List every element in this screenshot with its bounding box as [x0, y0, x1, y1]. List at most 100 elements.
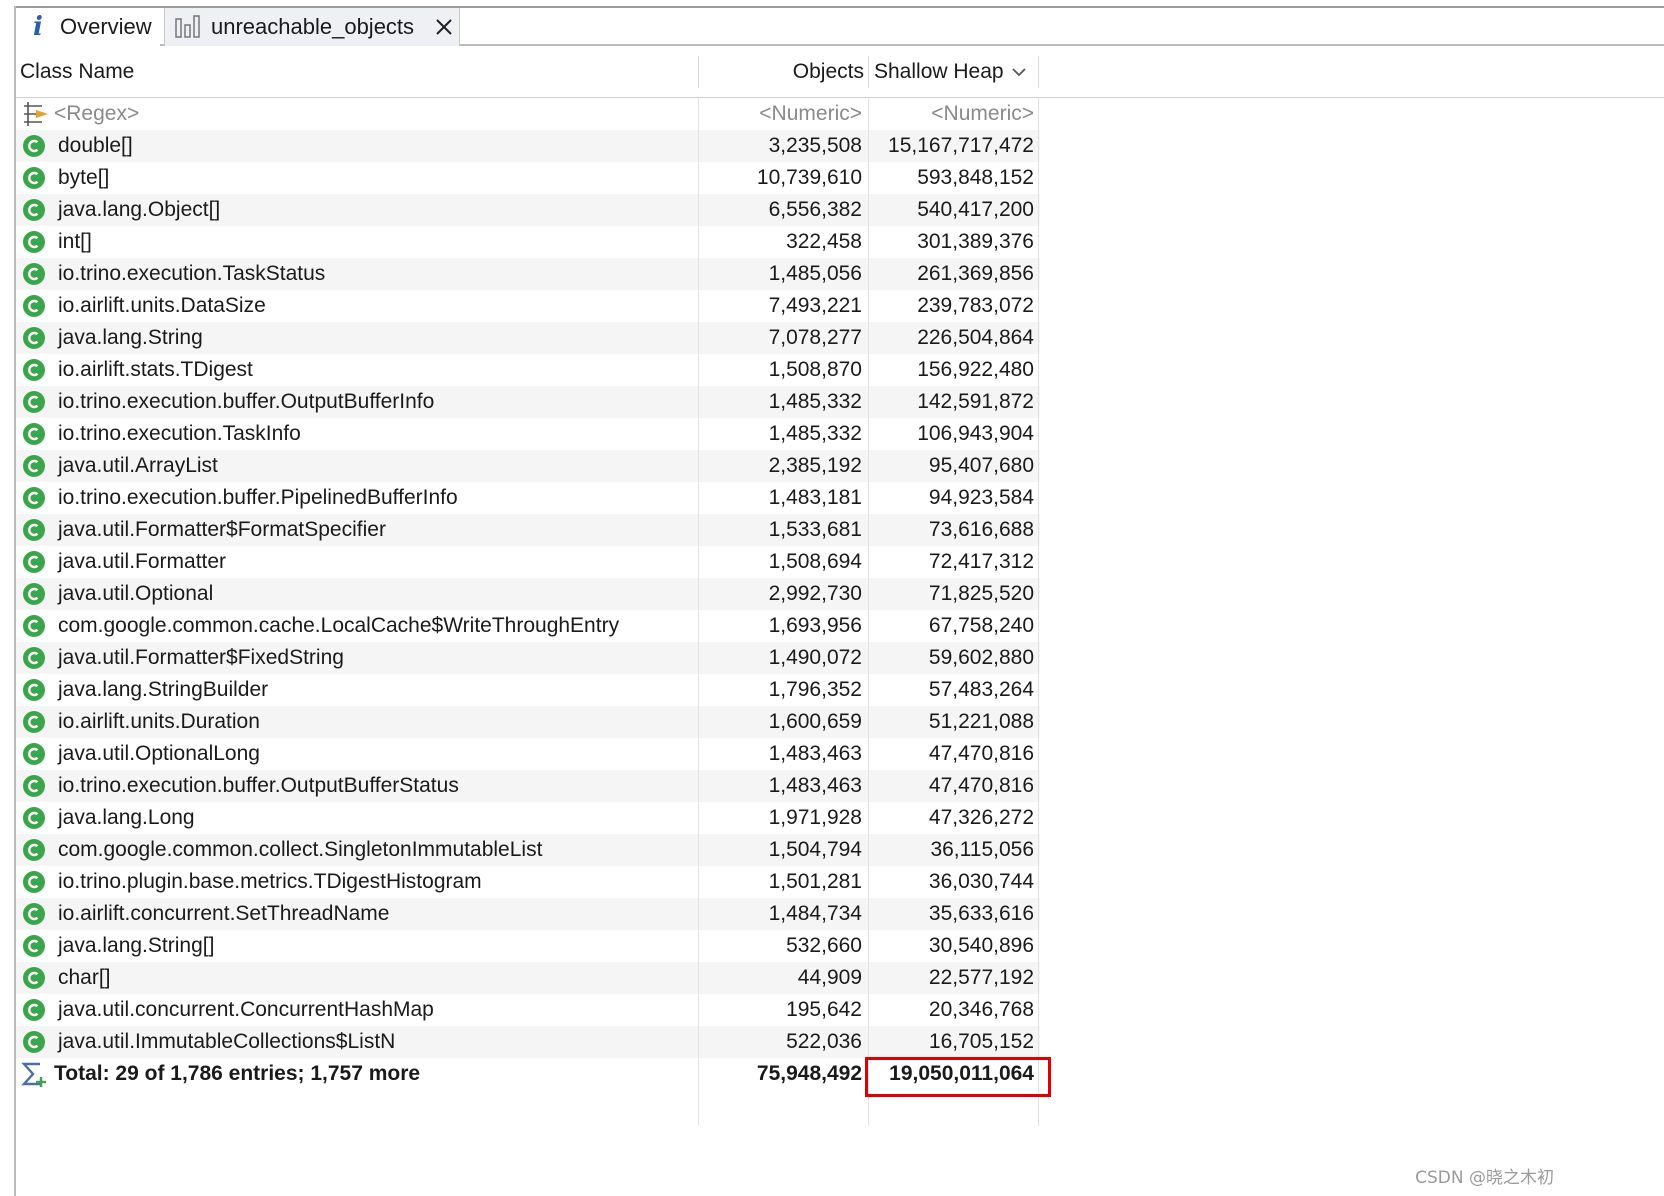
table-row[interactable]: java.util.Formatter$FixedString 1,490,072… — [16, 642, 1664, 674]
class-icon — [23, 711, 45, 733]
shallow-heap-cell: 22,577,192 — [928, 966, 1034, 989]
table-header: Class Name Objects Shallow Heap — [16, 46, 1664, 98]
grid-line — [868, 514, 869, 546]
shallow-heap-cell: 51,221,088 — [928, 710, 1034, 733]
table-row[interactable]: io.airlift.units.DataSize 7,493,221 239,78… — [16, 290, 1664, 322]
grid-line — [868, 610, 869, 642]
grid-line — [868, 962, 869, 994]
table-row[interactable]: com.google.common.cache.LocalCache$Write… — [16, 610, 1664, 642]
class-icon — [23, 999, 45, 1021]
table-row[interactable]: java.util.OptionalLong 1,483,463 47,470,81… — [16, 738, 1664, 770]
table-row[interactable]: java.util.ImmutableCollections$ListN 522,… — [16, 1026, 1664, 1058]
class-name: java.util.concurrent.ConcurrentHashMap — [58, 998, 434, 1021]
shallow-heap-cell: 36,115,056 — [930, 838, 1034, 861]
row-filler — [1040, 130, 1664, 162]
row-filler — [1040, 514, 1664, 546]
grid-line — [698, 610, 699, 642]
grid-line — [868, 546, 869, 578]
table-row[interactable]: int[] 322,458 301,389,376 — [16, 226, 1664, 258]
objects-cell: 1,508,694 — [768, 550, 862, 573]
grid-line — [1038, 194, 1039, 226]
grid-line — [1038, 514, 1039, 546]
grid-line — [1038, 834, 1039, 866]
grid-line — [1038, 930, 1039, 962]
table-row[interactable]: io.trino.execution.TaskStatus 1,485,056 26… — [16, 258, 1664, 290]
table-row[interactable]: io.trino.execution.buffer.PipelinedBuffe… — [16, 482, 1664, 514]
row-filler — [1040, 450, 1664, 482]
grid-line — [1038, 962, 1039, 994]
grid-line — [868, 450, 869, 482]
column-separator[interactable] — [698, 56, 699, 88]
class-icon — [23, 167, 45, 189]
table-row[interactable]: java.lang.String[] 532,660 30,540,896 — [16, 930, 1664, 962]
class-name-cell: java.util.Formatter$FormatSpecifier — [20, 514, 700, 546]
table-row[interactable]: io.airlift.units.Duration 1,600,659 51,221… — [16, 706, 1664, 738]
shallow-heap-cell: 593,848,152 — [917, 166, 1034, 189]
class-name-cell: java.lang.StringBuilder — [20, 674, 700, 706]
table-row[interactable]: java.lang.String 7,078,277 226,504,864 — [16, 322, 1664, 354]
filter-row[interactable]: <Regex> <Numeric> <Numeric> — [16, 98, 1664, 130]
tab-label: unreachable_objects — [211, 14, 415, 39]
shallow-heap-cell: 239,783,072 — [917, 294, 1034, 317]
objects-cell: 1,490,072 — [768, 646, 862, 669]
grid-line — [1038, 738, 1039, 770]
tab-overview[interactable]: i Overview — [16, 8, 160, 46]
objects-cell: 1,485,056 — [768, 262, 862, 285]
table-row[interactable]: java.lang.Object[] 6,556,382 540,417,200 — [16, 194, 1664, 226]
regex-filter-cell[interactable]: <Regex> — [20, 98, 700, 130]
grid-line — [868, 738, 869, 770]
table-row[interactable]: io.trino.plugin.base.metrics.TDigestHist… — [16, 866, 1664, 898]
class-icon — [23, 327, 45, 349]
row-filler — [1040, 418, 1664, 450]
total-row[interactable]: Total: 29 of 1,786 entries; 1,757 more 7… — [16, 1058, 1664, 1090]
class-name: com.google.common.collect.SingletonImmut… — [58, 838, 543, 861]
objects-filter-placeholder[interactable]: <Numeric> — [700, 98, 866, 130]
class-name-cell: io.trino.execution.buffer.PipelinedBuffe… — [20, 482, 700, 514]
grid-line — [698, 322, 699, 354]
row-filler — [1040, 194, 1664, 226]
table-row[interactable]: io.airlift.stats.TDigest 1,508,870 156,922… — [16, 354, 1664, 386]
grid-line — [698, 898, 699, 930]
table-row[interactable]: io.airlift.concurrent.SetThreadName 1,484… — [16, 898, 1664, 930]
class-name: io.trino.execution.buffer.OutputBufferSt… — [58, 774, 459, 797]
table-row[interactable]: java.util.ArrayList 2,385,192 95,407,680 — [16, 450, 1664, 482]
class-name: double[] — [58, 134, 133, 157]
table-row[interactable]: io.trino.execution.TaskInfo 1,485,332 106,… — [16, 418, 1664, 450]
class-rows: double[] 3,235,508 15,167,717,472 byte[] 10,… — [16, 130, 1664, 1058]
objects-cell: 532,660 — [786, 934, 862, 957]
grid-line — [1038, 546, 1039, 578]
table-row[interactable]: double[] 3,235,508 15,167,717,472 — [16, 130, 1664, 162]
class-name: com.google.common.cache.LocalCache$Write… — [58, 614, 620, 637]
table-row[interactable]: java.util.Formatter 1,508,694 72,417,312 — [16, 546, 1664, 578]
class-name-cell: io.airlift.stats.TDigest — [20, 354, 700, 386]
table-row[interactable]: java.lang.Long 1,971,928 47,326,272 — [16, 802, 1664, 834]
table-row[interactable]: byte[] 10,739,610 593,848,152 — [16, 162, 1664, 194]
histogram-table-body: <Regex> <Numeric> <Numeric> double[] 3,23… — [16, 98, 1664, 1126]
class-icon — [23, 487, 45, 509]
grid-line — [868, 226, 869, 258]
shallow-heap-filter-placeholder[interactable]: <Numeric> — [870, 98, 1036, 130]
table-row[interactable]: java.util.concurrent.ConcurrentHashMap 19… — [16, 994, 1664, 1026]
table-row[interactable]: java.util.Optional 2,992,730 71,825,520 — [16, 578, 1664, 610]
grid-line — [1038, 226, 1039, 258]
column-header-objects[interactable]: Objects — [700, 46, 868, 98]
class-icon — [23, 615, 45, 637]
column-separator[interactable] — [1038, 56, 1039, 88]
class-name: io.trino.execution.TaskInfo — [58, 422, 301, 445]
table-row[interactable]: java.lang.StringBuilder 1,796,352 57,483,2… — [16, 674, 1664, 706]
shallow-heap-cell: 67,758,240 — [928, 614, 1034, 637]
table-row[interactable]: io.trino.execution.buffer.OutputBufferSt… — [16, 770, 1664, 802]
shallow-heap-cell: 47,326,272 — [928, 806, 1034, 829]
column-header-shallow-heap[interactable]: Shallow Heap — [870, 46, 1040, 98]
class-name-cell: byte[] — [20, 162, 700, 194]
tab-unreachable-objects[interactable]: unreachable_objects — [164, 8, 460, 48]
close-icon[interactable] — [434, 17, 454, 37]
column-header-class-name[interactable]: Class Name — [20, 46, 700, 98]
table-row[interactable]: com.google.common.collect.SingletonImmut… — [16, 834, 1664, 866]
column-separator[interactable] — [868, 56, 869, 88]
table-row[interactable]: char[] 44,909 22,577,192 — [16, 962, 1664, 994]
table-row[interactable]: io.trino.execution.buffer.OutputBufferIn… — [16, 386, 1664, 418]
class-name-cell: double[] — [20, 130, 700, 162]
table-row[interactable]: java.util.Formatter$FormatSpecifier 1,533… — [16, 514, 1664, 546]
row-filler — [1040, 802, 1664, 834]
